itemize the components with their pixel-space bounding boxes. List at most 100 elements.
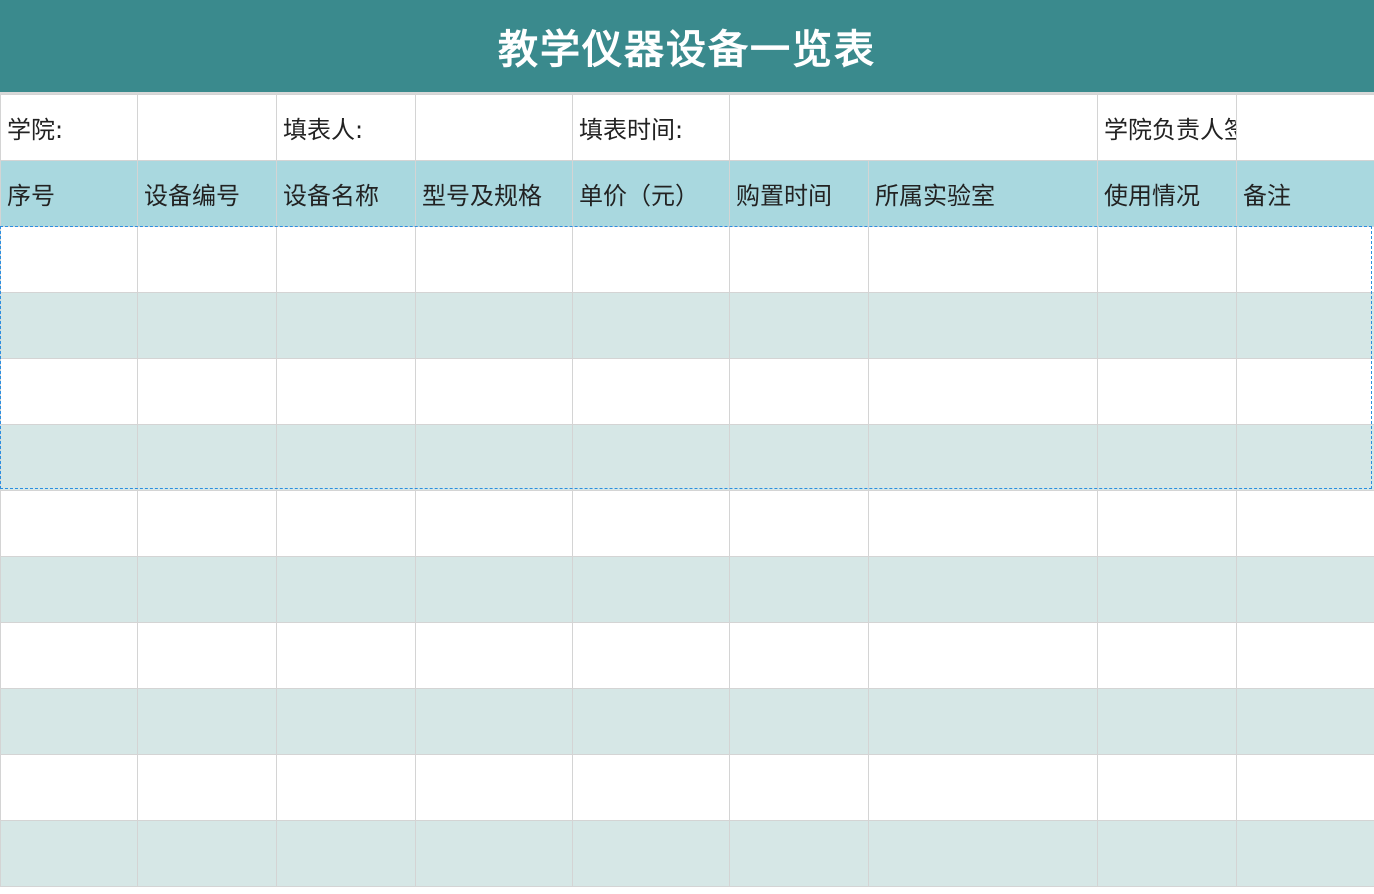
- table-cell[interactable]: [729, 754, 869, 821]
- table-cell[interactable]: [729, 820, 869, 887]
- table-cell[interactable]: [415, 688, 573, 755]
- table-cell[interactable]: [868, 820, 1098, 887]
- table-cell[interactable]: [0, 358, 138, 425]
- table-cell[interactable]: [276, 754, 416, 821]
- table-cell[interactable]: [1097, 292, 1237, 359]
- table-cell[interactable]: [137, 820, 277, 887]
- table-cell[interactable]: [276, 556, 416, 623]
- table-cell[interactable]: [572, 688, 730, 755]
- sheet-title[interactable]: 教学仪器设备一览表: [0, 0, 1374, 94]
- table-cell[interactable]: [572, 424, 730, 491]
- table-cell[interactable]: [1097, 490, 1237, 557]
- table-cell[interactable]: [0, 688, 138, 755]
- table-cell[interactable]: [137, 292, 277, 359]
- table-cell[interactable]: [868, 622, 1098, 689]
- table-cell[interactable]: [1097, 226, 1237, 293]
- table-cell[interactable]: [1236, 358, 1374, 425]
- table-cell[interactable]: [572, 556, 730, 623]
- table-cell[interactable]: [415, 358, 573, 425]
- table-cell[interactable]: [868, 424, 1098, 491]
- table-cell[interactable]: [137, 226, 277, 293]
- table-cell[interactable]: [868, 490, 1098, 557]
- table-cell[interactable]: [572, 358, 730, 425]
- signature-value-cell[interactable]: [1236, 94, 1374, 161]
- table-cell[interactable]: [137, 358, 277, 425]
- table-cell[interactable]: [0, 226, 138, 293]
- col-header-unit-price[interactable]: 单价（元）: [572, 160, 730, 227]
- table-cell[interactable]: [729, 556, 869, 623]
- table-cell[interactable]: [729, 490, 869, 557]
- col-header-device-name[interactable]: 设备名称: [276, 160, 416, 227]
- table-cell[interactable]: [1236, 622, 1374, 689]
- table-cell[interactable]: [0, 292, 138, 359]
- table-cell[interactable]: [137, 754, 277, 821]
- table-cell[interactable]: [729, 292, 869, 359]
- table-cell[interactable]: [0, 490, 138, 557]
- col-header-device-id[interactable]: 设备编号: [137, 160, 277, 227]
- table-cell[interactable]: [137, 556, 277, 623]
- table-cell[interactable]: [1097, 820, 1237, 887]
- table-cell[interactable]: [572, 622, 730, 689]
- table-cell[interactable]: [0, 424, 138, 491]
- college-label[interactable]: 学院:: [0, 94, 138, 161]
- table-cell[interactable]: [1236, 292, 1374, 359]
- filler-value-cell[interactable]: [415, 94, 573, 161]
- table-cell[interactable]: [1236, 688, 1374, 755]
- table-cell[interactable]: [1097, 622, 1237, 689]
- table-cell[interactable]: [415, 556, 573, 623]
- col-header-usage[interactable]: 使用情况: [1097, 160, 1237, 227]
- table-cell[interactable]: [415, 424, 573, 491]
- table-cell[interactable]: [572, 820, 730, 887]
- table-cell[interactable]: [868, 292, 1098, 359]
- table-cell[interactable]: [276, 292, 416, 359]
- table-cell[interactable]: [1236, 490, 1374, 557]
- college-value-cell[interactable]: [137, 94, 277, 161]
- table-cell[interactable]: [137, 490, 277, 557]
- table-cell[interactable]: [868, 556, 1098, 623]
- date-value-cell[interactable]: [729, 94, 1098, 161]
- table-cell[interactable]: [276, 226, 416, 293]
- table-cell[interactable]: [1097, 358, 1237, 425]
- table-cell[interactable]: [1236, 424, 1374, 491]
- table-cell[interactable]: [276, 688, 416, 755]
- col-header-lab[interactable]: 所属实验室: [868, 160, 1098, 227]
- table-cell[interactable]: [729, 358, 869, 425]
- table-cell[interactable]: [137, 424, 277, 491]
- table-cell[interactable]: [415, 820, 573, 887]
- table-cell[interactable]: [137, 622, 277, 689]
- col-header-purchase-date[interactable]: 购置时间: [729, 160, 869, 227]
- table-cell[interactable]: [276, 820, 416, 887]
- table-cell[interactable]: [729, 226, 869, 293]
- table-cell[interactable]: [1236, 820, 1374, 887]
- table-cell[interactable]: [276, 622, 416, 689]
- table-cell[interactable]: [572, 754, 730, 821]
- table-cell[interactable]: [0, 622, 138, 689]
- table-cell[interactable]: [729, 688, 869, 755]
- col-header-index[interactable]: 序号: [0, 160, 138, 227]
- table-cell[interactable]: [0, 754, 138, 821]
- table-cell[interactable]: [415, 622, 573, 689]
- table-cell[interactable]: [1097, 556, 1237, 623]
- signature-label[interactable]: 学院负责人签名:: [1097, 94, 1237, 161]
- table-cell[interactable]: [729, 622, 869, 689]
- table-cell[interactable]: [415, 490, 573, 557]
- table-cell[interactable]: [1097, 424, 1237, 491]
- table-cell[interactable]: [868, 688, 1098, 755]
- table-cell[interactable]: [276, 490, 416, 557]
- table-cell[interactable]: [1236, 226, 1374, 293]
- table-cell[interactable]: [868, 754, 1098, 821]
- date-label[interactable]: 填表时间:: [572, 94, 730, 161]
- table-cell[interactable]: [276, 424, 416, 491]
- table-cell[interactable]: [0, 556, 138, 623]
- table-cell[interactable]: [1097, 688, 1237, 755]
- table-cell[interactable]: [415, 292, 573, 359]
- table-cell[interactable]: [415, 754, 573, 821]
- table-cell[interactable]: [1236, 754, 1374, 821]
- col-header-model-spec[interactable]: 型号及规格: [415, 160, 573, 227]
- table-cell[interactable]: [868, 358, 1098, 425]
- table-cell[interactable]: [572, 226, 730, 293]
- table-cell[interactable]: [0, 820, 138, 887]
- table-cell[interactable]: [572, 490, 730, 557]
- table-cell[interactable]: [729, 424, 869, 491]
- col-header-remarks[interactable]: 备注: [1236, 160, 1374, 227]
